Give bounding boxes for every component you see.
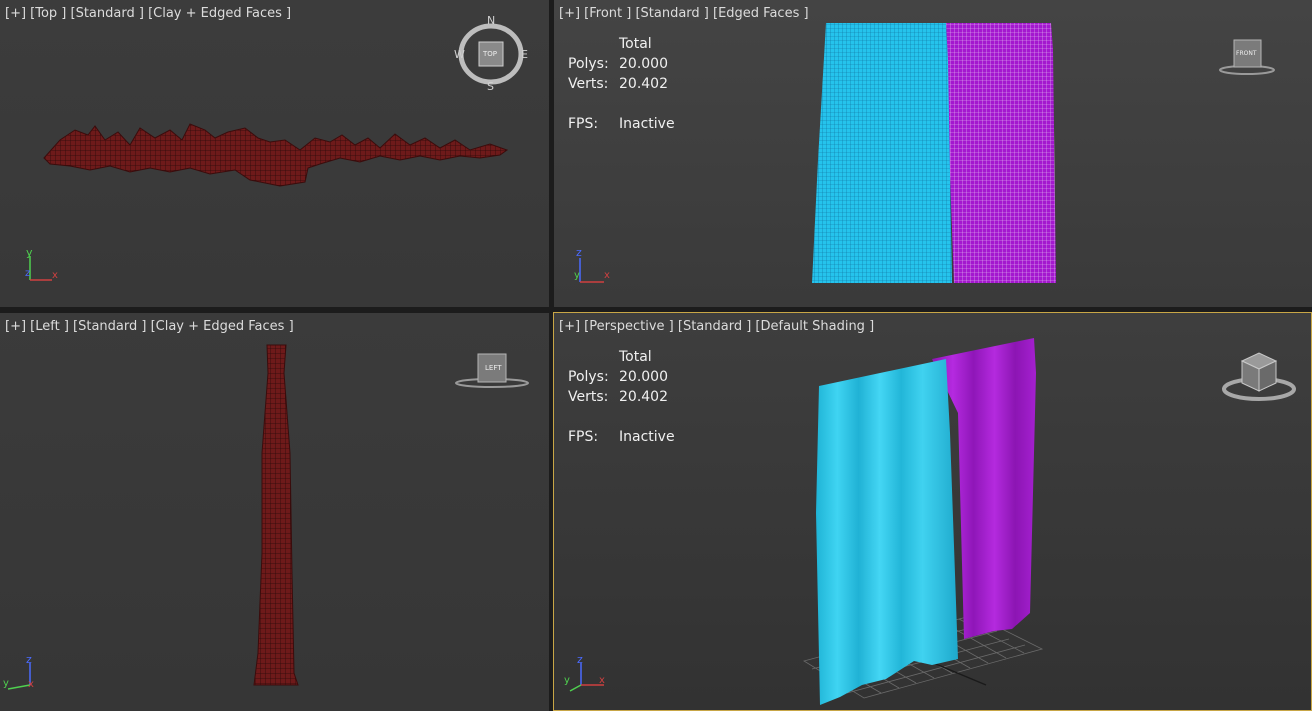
- axis-tripod-left: [7, 663, 31, 690]
- axis-up-label: z: [576, 246, 582, 259]
- axis-right-label: x: [28, 679, 34, 690]
- axis-tripod-top: [29, 256, 52, 281]
- viewport-perspective[interactable]: [+] [Perspective ] [Standard ] [Default …: [553, 312, 1312, 711]
- axis-up-label: y: [26, 246, 33, 259]
- axis-right-label: x: [604, 270, 610, 281]
- viewport-grid: [+] [Top ] [Standard ] [Clay + Edged Fac…: [0, 0, 1312, 711]
- viewport-left[interactable]: [+] [Left ] [Standard ] [Clay + Edged Fa…: [0, 313, 549, 711]
- viewcube-face-label[interactable]: LEFT: [485, 364, 502, 372]
- curtain-magenta-front[interactable]: [946, 23, 1056, 283]
- curtain-cyan-front[interactable]: [812, 23, 952, 283]
- axis-depth-label: y: [574, 270, 580, 281]
- viewcube-ring: [1219, 39, 1275, 75]
- viewcube-front[interactable]: FRONT: [1218, 38, 1276, 78]
- axis-right-label: x: [52, 270, 58, 281]
- curtain-cyan-perspective[interactable]: [816, 359, 958, 705]
- axis-depth-label: y: [564, 675, 570, 686]
- curtain-left-mesh[interactable]: [253, 344, 299, 686]
- viewport-front[interactable]: [+] [Front ] [Standard ] [Edged Faces ] …: [554, 0, 1312, 307]
- axis-tripod-front: [579, 258, 604, 283]
- front-scene: [579, 23, 1056, 283]
- axis-depth-label: z: [25, 268, 31, 279]
- compass-s[interactable]: S: [487, 80, 494, 93]
- viewcube-perspective[interactable]: [1222, 349, 1296, 405]
- perspective-scene: [569, 338, 1044, 705]
- curtain-top-mesh[interactable]: [43, 123, 509, 187]
- compass-e[interactable]: E: [521, 48, 528, 61]
- compass-n[interactable]: N: [487, 14, 495, 27]
- viewcube-face-label[interactable]: FRONT: [1236, 50, 1257, 57]
- compass-w[interactable]: W: [454, 48, 465, 61]
- viewcube-top[interactable]: N S E W TOP: [452, 14, 530, 93]
- axis-right-label: x: [599, 675, 605, 686]
- viewcube-3d: [1222, 352, 1296, 401]
- axis-up-label: z: [577, 653, 583, 666]
- viewcube-face-label[interactable]: TOP: [483, 50, 497, 58]
- viewport-top[interactable]: [+] [Top ] [Standard ] [Clay + Edged Fac…: [0, 0, 549, 307]
- axis-up-label: z: [26, 653, 32, 666]
- axis-depth-label: y: [3, 678, 9, 689]
- viewcube-left[interactable]: LEFT: [454, 351, 530, 391]
